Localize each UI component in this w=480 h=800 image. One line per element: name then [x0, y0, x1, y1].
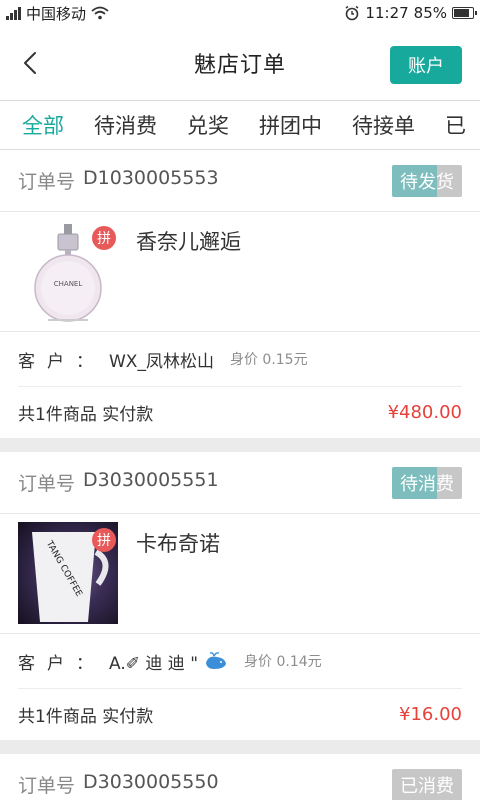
account-button[interactable]: 账户: [390, 46, 462, 84]
order-number-value: D1030005553: [83, 167, 219, 189]
order-number-value: D3030005550: [83, 771, 219, 793]
order-number: 订单号 D3030005551: [18, 469, 219, 496]
order-number: 订单号 D3030005550: [18, 771, 219, 798]
order-card[interactable]: 订单号 D1030005553 待发货 CHANEL 拼 香奈儿邂逅 客户： W…: [0, 150, 480, 438]
product-name: 香奈儿邂逅: [136, 230, 241, 254]
status-badge: 已消费: [392, 768, 462, 800]
customer-price: 身价 0.15元: [229, 352, 308, 368]
order-amount: ¥480.00: [387, 402, 462, 423]
order-amount: ¥16.00: [399, 704, 462, 725]
group-buy-badge: 拼: [92, 226, 116, 250]
tab-group-buying[interactable]: 拼团中: [259, 110, 322, 140]
order-summary: 共1件商品 实付款: [18, 707, 154, 727]
order-total-row: 共1件商品 实付款 ¥480.00: [18, 386, 462, 438]
customer-name: A.✐ 迪 迪 ": [109, 653, 199, 674]
customer-name: WX_凤林松山: [109, 351, 214, 372]
product-thumbnail: CHANEL 拼: [18, 220, 118, 322]
alarm-icon: [345, 5, 359, 21]
tab-pending-accept[interactable]: 待接单: [352, 110, 415, 140]
order-number-label: 订单号: [18, 473, 76, 495]
customer-row: 客户： A.✐ 迪 迪 " 身价 0.14元: [0, 634, 480, 688]
customer-row: 客户： WX_凤林松山 身价 0.15元: [0, 332, 480, 386]
page-title: 魅店订单: [193, 53, 286, 78]
back-arrow-icon[interactable]: [18, 50, 44, 76]
battery-percent: 85%: [413, 4, 447, 22]
group-buy-badge: 拼: [92, 528, 116, 552]
tab-completed[interactable]: 已: [445, 110, 466, 140]
order-card[interactable]: 订单号 D3030005550 已消费: [0, 754, 480, 800]
order-total-row: 共1件商品 实付款 ¥16.00: [18, 688, 462, 740]
product-row[interactable]: TANG COFFEE 拼 卡布奇诺: [0, 514, 480, 634]
nav-bar: 魅店订单 账户: [0, 26, 480, 100]
product-thumbnail: TANG COFFEE 拼: [18, 522, 118, 624]
order-header: 订单号 D1030005553 待发货: [0, 150, 480, 212]
tab-pending-consume[interactable]: 待消费: [94, 110, 157, 140]
battery-icon: [452, 7, 477, 19]
signal-icon: [6, 6, 21, 20]
order-number: 订单号 D1030005553: [18, 167, 219, 194]
whale-emoji-icon: [206, 652, 227, 669]
product-row[interactable]: CHANEL 拼 香奈儿邂逅: [0, 212, 480, 332]
tab-redeem[interactable]: 兑奖: [187, 110, 229, 140]
order-card[interactable]: 订单号 D3030005551 待消费 TANG COFFEE 拼 卡布奇诺 客…: [0, 452, 480, 740]
product-name: 卡布奇诺: [136, 532, 220, 556]
order-tabs: 全部 待消费 兑奖 拼团中 待接单 已: [0, 100, 480, 150]
order-list: 订单号 D1030005553 待发货 CHANEL 拼 香奈儿邂逅 客户： W…: [0, 150, 480, 800]
tab-all[interactable]: 全部: [22, 110, 64, 140]
status-badge: 待消费: [392, 466, 462, 499]
order-number-label: 订单号: [18, 171, 76, 193]
customer-label: 客户：: [18, 351, 105, 372]
order-header: 订单号 D3030005550 已消费: [0, 754, 480, 800]
customer-label: 客户：: [18, 653, 105, 674]
order-number-label: 订单号: [18, 775, 76, 797]
order-number-value: D3030005551: [83, 469, 219, 491]
status-bar: 中国移动 11:27 85%: [0, 0, 480, 26]
order-header: 订单号 D3030005551 待消费: [0, 452, 480, 514]
status-badge: 待发货: [392, 164, 462, 197]
order-summary: 共1件商品 实付款: [18, 405, 154, 425]
customer-price: 身价 0.14元: [244, 654, 322, 670]
clock: 11:27: [365, 4, 409, 22]
wifi-icon: [91, 6, 109, 20]
svg-text:CHANEL: CHANEL: [54, 280, 83, 288]
carrier-label: 中国移动: [26, 4, 87, 23]
